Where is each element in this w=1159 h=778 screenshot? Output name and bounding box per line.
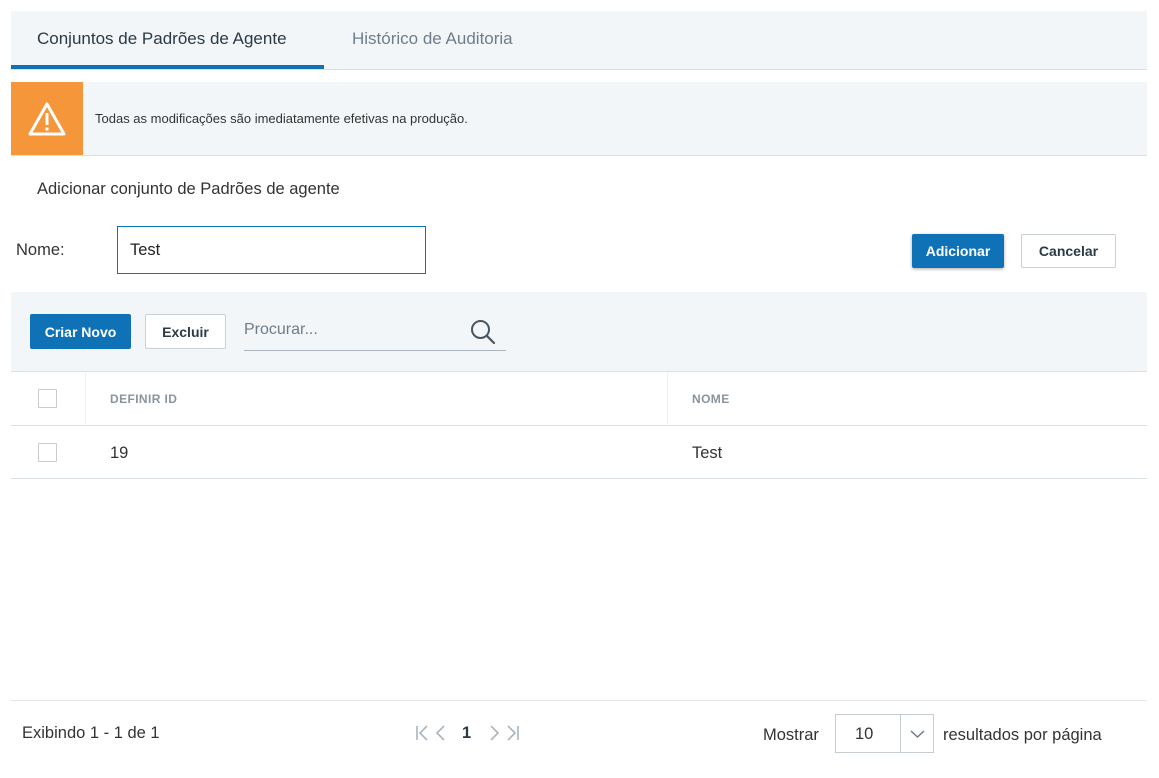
table-row[interactable]: 19 Test	[11, 426, 1147, 479]
column-separator	[667, 372, 668, 426]
tab-agent-default-sets[interactable]: Conjuntos de Padrões de Agente	[11, 11, 324, 69]
per-page-label: resultados por página	[943, 726, 1102, 744]
page-size-value: 10	[855, 725, 874, 743]
search-box	[244, 312, 506, 351]
pagination: 1	[414, 722, 521, 744]
select-all-checkbox[interactable]	[38, 389, 57, 408]
tab-bar: Conjuntos de Padrões de Agente Histórico…	[11, 11, 1147, 70]
first-page-icon[interactable]	[414, 723, 432, 743]
delete-button[interactable]: Excluir	[145, 314, 226, 349]
current-page[interactable]: 1	[462, 724, 471, 743]
tab-audit-history[interactable]: Histórico de Auditoria	[326, 11, 539, 69]
name-input[interactable]	[117, 226, 426, 274]
table-header: DEFINIR ID NOME	[11, 372, 1147, 426]
last-page-icon[interactable]	[503, 723, 521, 743]
showing-count: Exibindo 1 - 1 de 1	[22, 724, 160, 742]
warning-banner: Todas as modificações são imediatamente …	[11, 82, 1147, 156]
previous-page-icon[interactable]	[432, 723, 450, 743]
data-table: DEFINIR ID NOME 19 Test	[11, 372, 1147, 479]
name-label: Nome:	[16, 241, 65, 259]
cell-set-id: 19	[110, 444, 129, 462]
footer-divider	[11, 700, 1147, 701]
page-size-select[interactable]: 10	[835, 714, 934, 753]
search-icon[interactable]	[470, 319, 496, 345]
cell-name: Test	[692, 444, 723, 462]
next-page-icon[interactable]	[485, 723, 503, 743]
add-button[interactable]: Adicionar	[912, 234, 1004, 268]
column-separator	[85, 372, 86, 426]
search-input[interactable]	[244, 312, 464, 348]
warning-icon-box	[11, 82, 83, 155]
column-header-set-id[interactable]: DEFINIR ID	[110, 392, 177, 406]
row-checkbox[interactable]	[38, 443, 57, 462]
cancel-button[interactable]: Cancelar	[1021, 234, 1116, 268]
table-toolbar: Criar Novo Excluir	[11, 292, 1147, 372]
create-new-button[interactable]: Criar Novo	[30, 314, 131, 349]
add-set-title: Adicionar conjunto de Padrões de agente	[37, 180, 340, 198]
warning-message: Todas as modificações são imediatamente …	[95, 111, 468, 126]
column-header-name[interactable]: NOME	[692, 392, 730, 406]
warning-triangle-icon	[28, 102, 66, 135]
show-label: Mostrar	[763, 726, 819, 744]
chevron-down-icon	[910, 730, 925, 739]
page-size-dropdown-toggle[interactable]	[900, 715, 933, 752]
